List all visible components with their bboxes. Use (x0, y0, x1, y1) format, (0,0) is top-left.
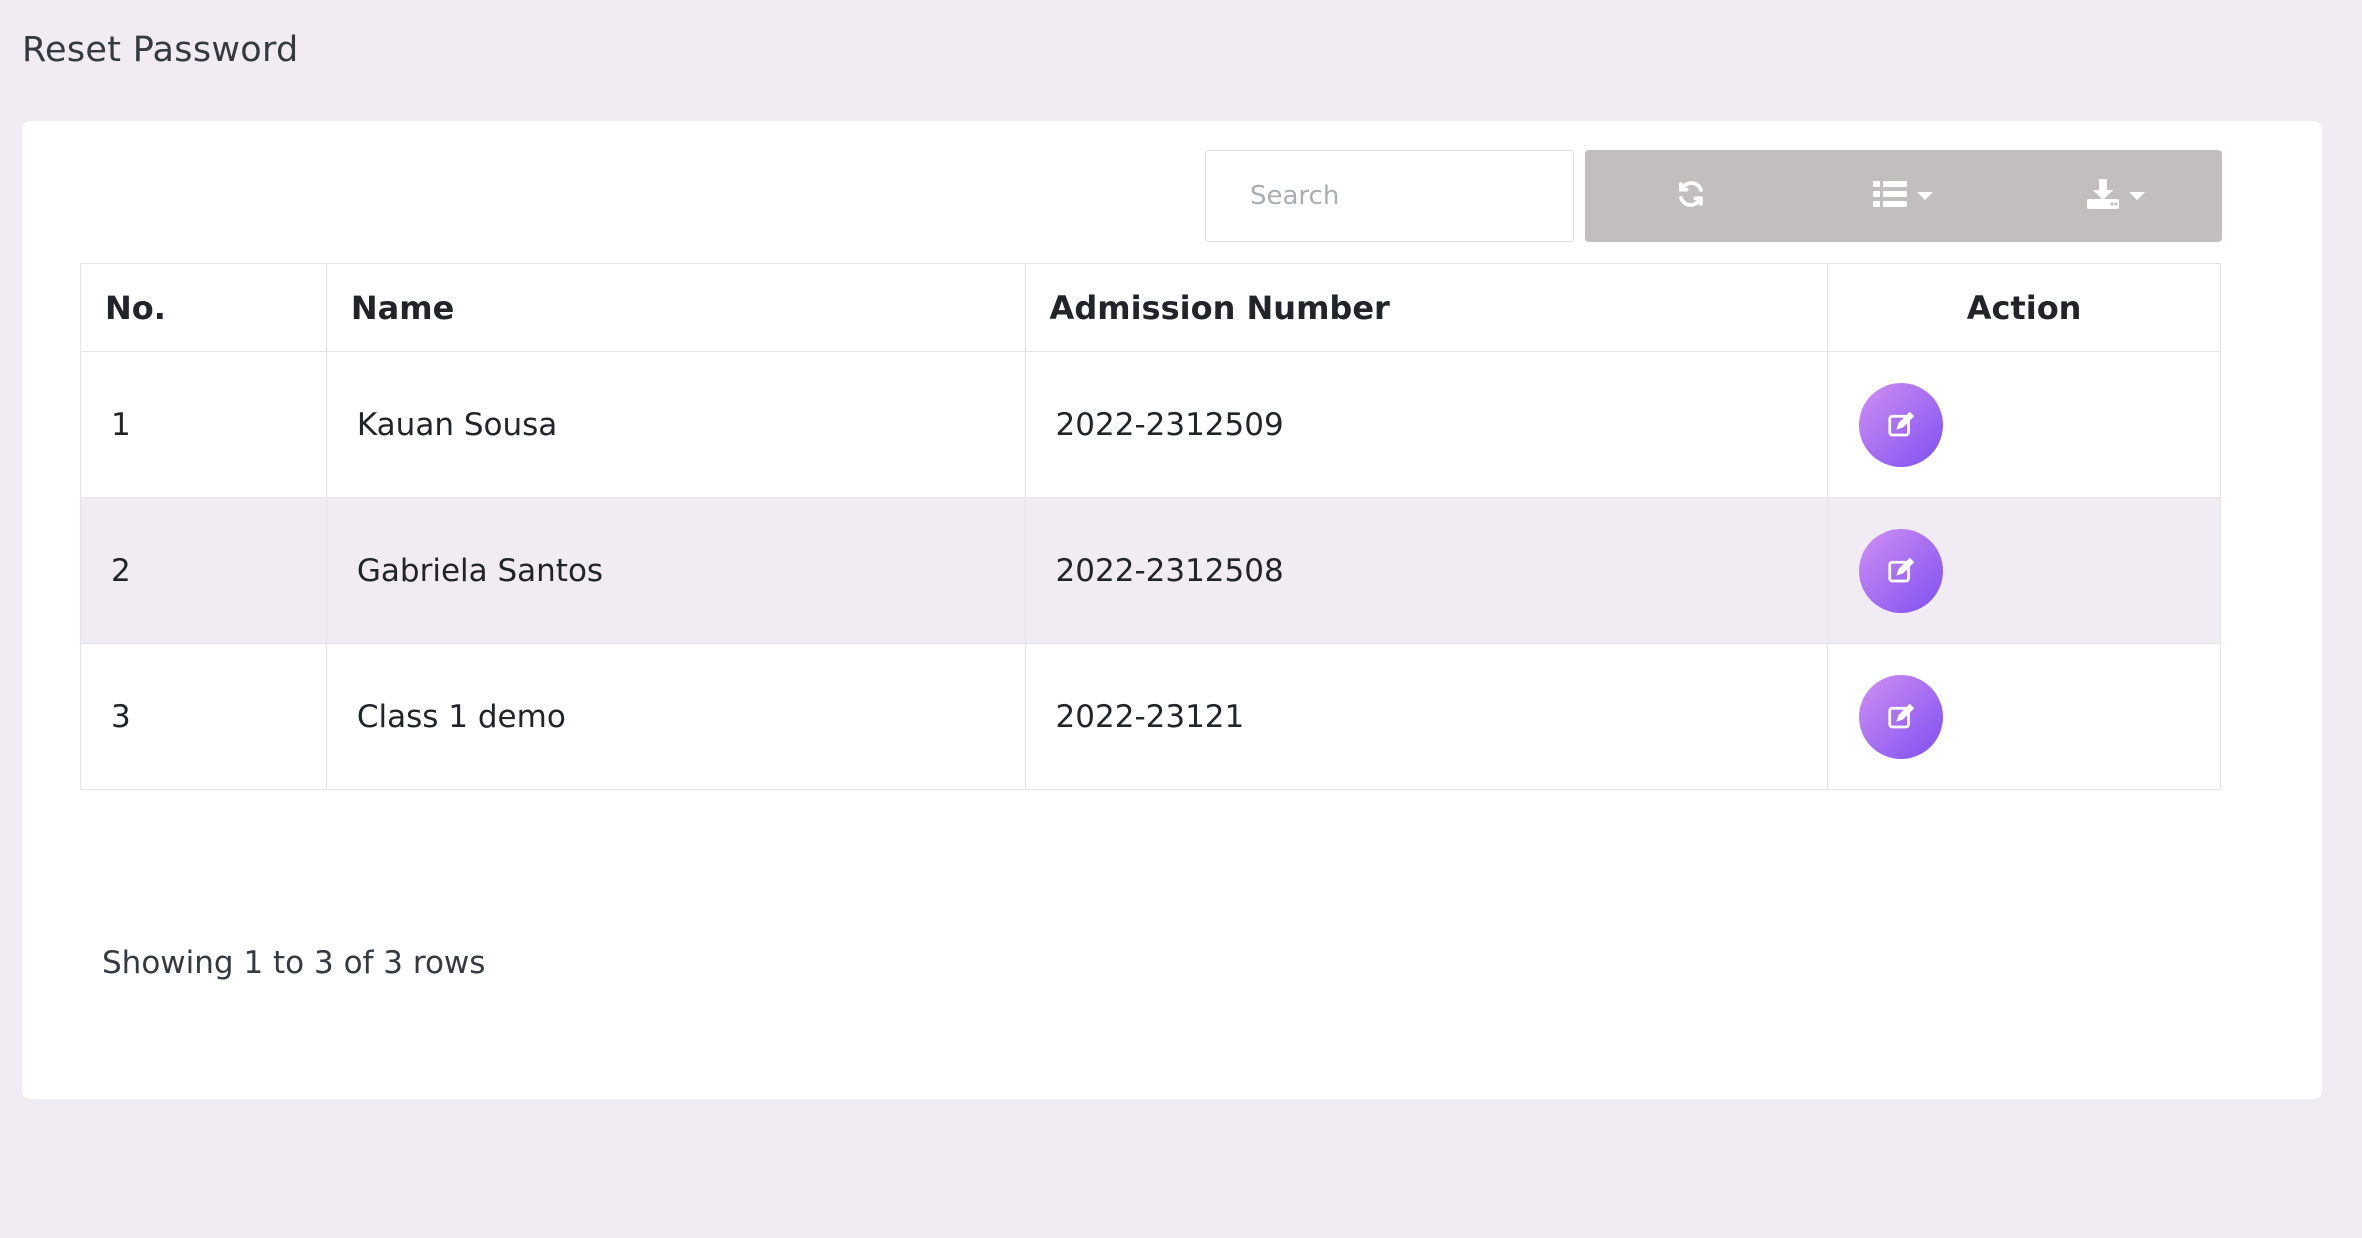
toolbar-button-group (1585, 150, 2222, 242)
student-name: Kauan Sousa (325, 351, 1026, 498)
edit-button[interactable] (1859, 674, 1944, 759)
admission-number: 2022-2312508 (1024, 497, 1829, 644)
table-header-row: No. Name Admission Number Action (80, 263, 2221, 352)
column-header-no[interactable]: No. (80, 263, 327, 352)
action-cell (1827, 351, 2221, 498)
pagination-info: Showing 1 to 3 of 3 rows (102, 945, 486, 981)
students-table: No. Name Admission Number Action 1 Kauan… (80, 263, 2221, 790)
page-title: Reset Password (22, 30, 299, 70)
action-cell (1827, 643, 2221, 790)
edit-icon (1888, 557, 1915, 582)
action-cell (1827, 497, 2221, 644)
refresh-button[interactable] (1585, 150, 1797, 242)
edit-icon (1888, 703, 1915, 728)
table-row: 1 Kauan Sousa 2022-2312509 (80, 351, 2221, 498)
download-icon (2086, 179, 2119, 213)
student-name: Gabriela Santos (325, 497, 1026, 644)
table-row: 2 Gabriela Santos 2022-2312508 (80, 497, 2221, 644)
export-dropdown-button[interactable] (2010, 150, 2222, 242)
edit-button[interactable] (1859, 382, 1944, 467)
column-header-admission-number[interactable]: Admission Number (1024, 263, 1829, 352)
chevron-down-icon (2128, 192, 2145, 200)
column-header-action: Action (1827, 263, 2221, 352)
student-name: Class 1 demo (325, 643, 1026, 790)
table-toolbar (1205, 150, 2222, 242)
table-row: 3 Class 1 demo 2022-23121 (80, 643, 2221, 790)
columns-dropdown-button[interactable] (1797, 150, 2009, 242)
columns-list-icon (1873, 180, 1908, 212)
edit-icon (1888, 411, 1915, 436)
row-number: 2 (80, 497, 327, 644)
chevron-down-icon (1917, 192, 1934, 200)
admission-number: 2022-2312509 (1024, 351, 1829, 498)
edit-button[interactable] (1859, 528, 1944, 613)
search-input[interactable] (1205, 150, 1574, 242)
admission-number: 2022-23121 (1024, 643, 1829, 790)
row-number: 1 (80, 351, 327, 498)
row-number: 3 (80, 643, 327, 790)
column-header-name[interactable]: Name (325, 263, 1026, 352)
refresh-icon (1676, 179, 1706, 213)
